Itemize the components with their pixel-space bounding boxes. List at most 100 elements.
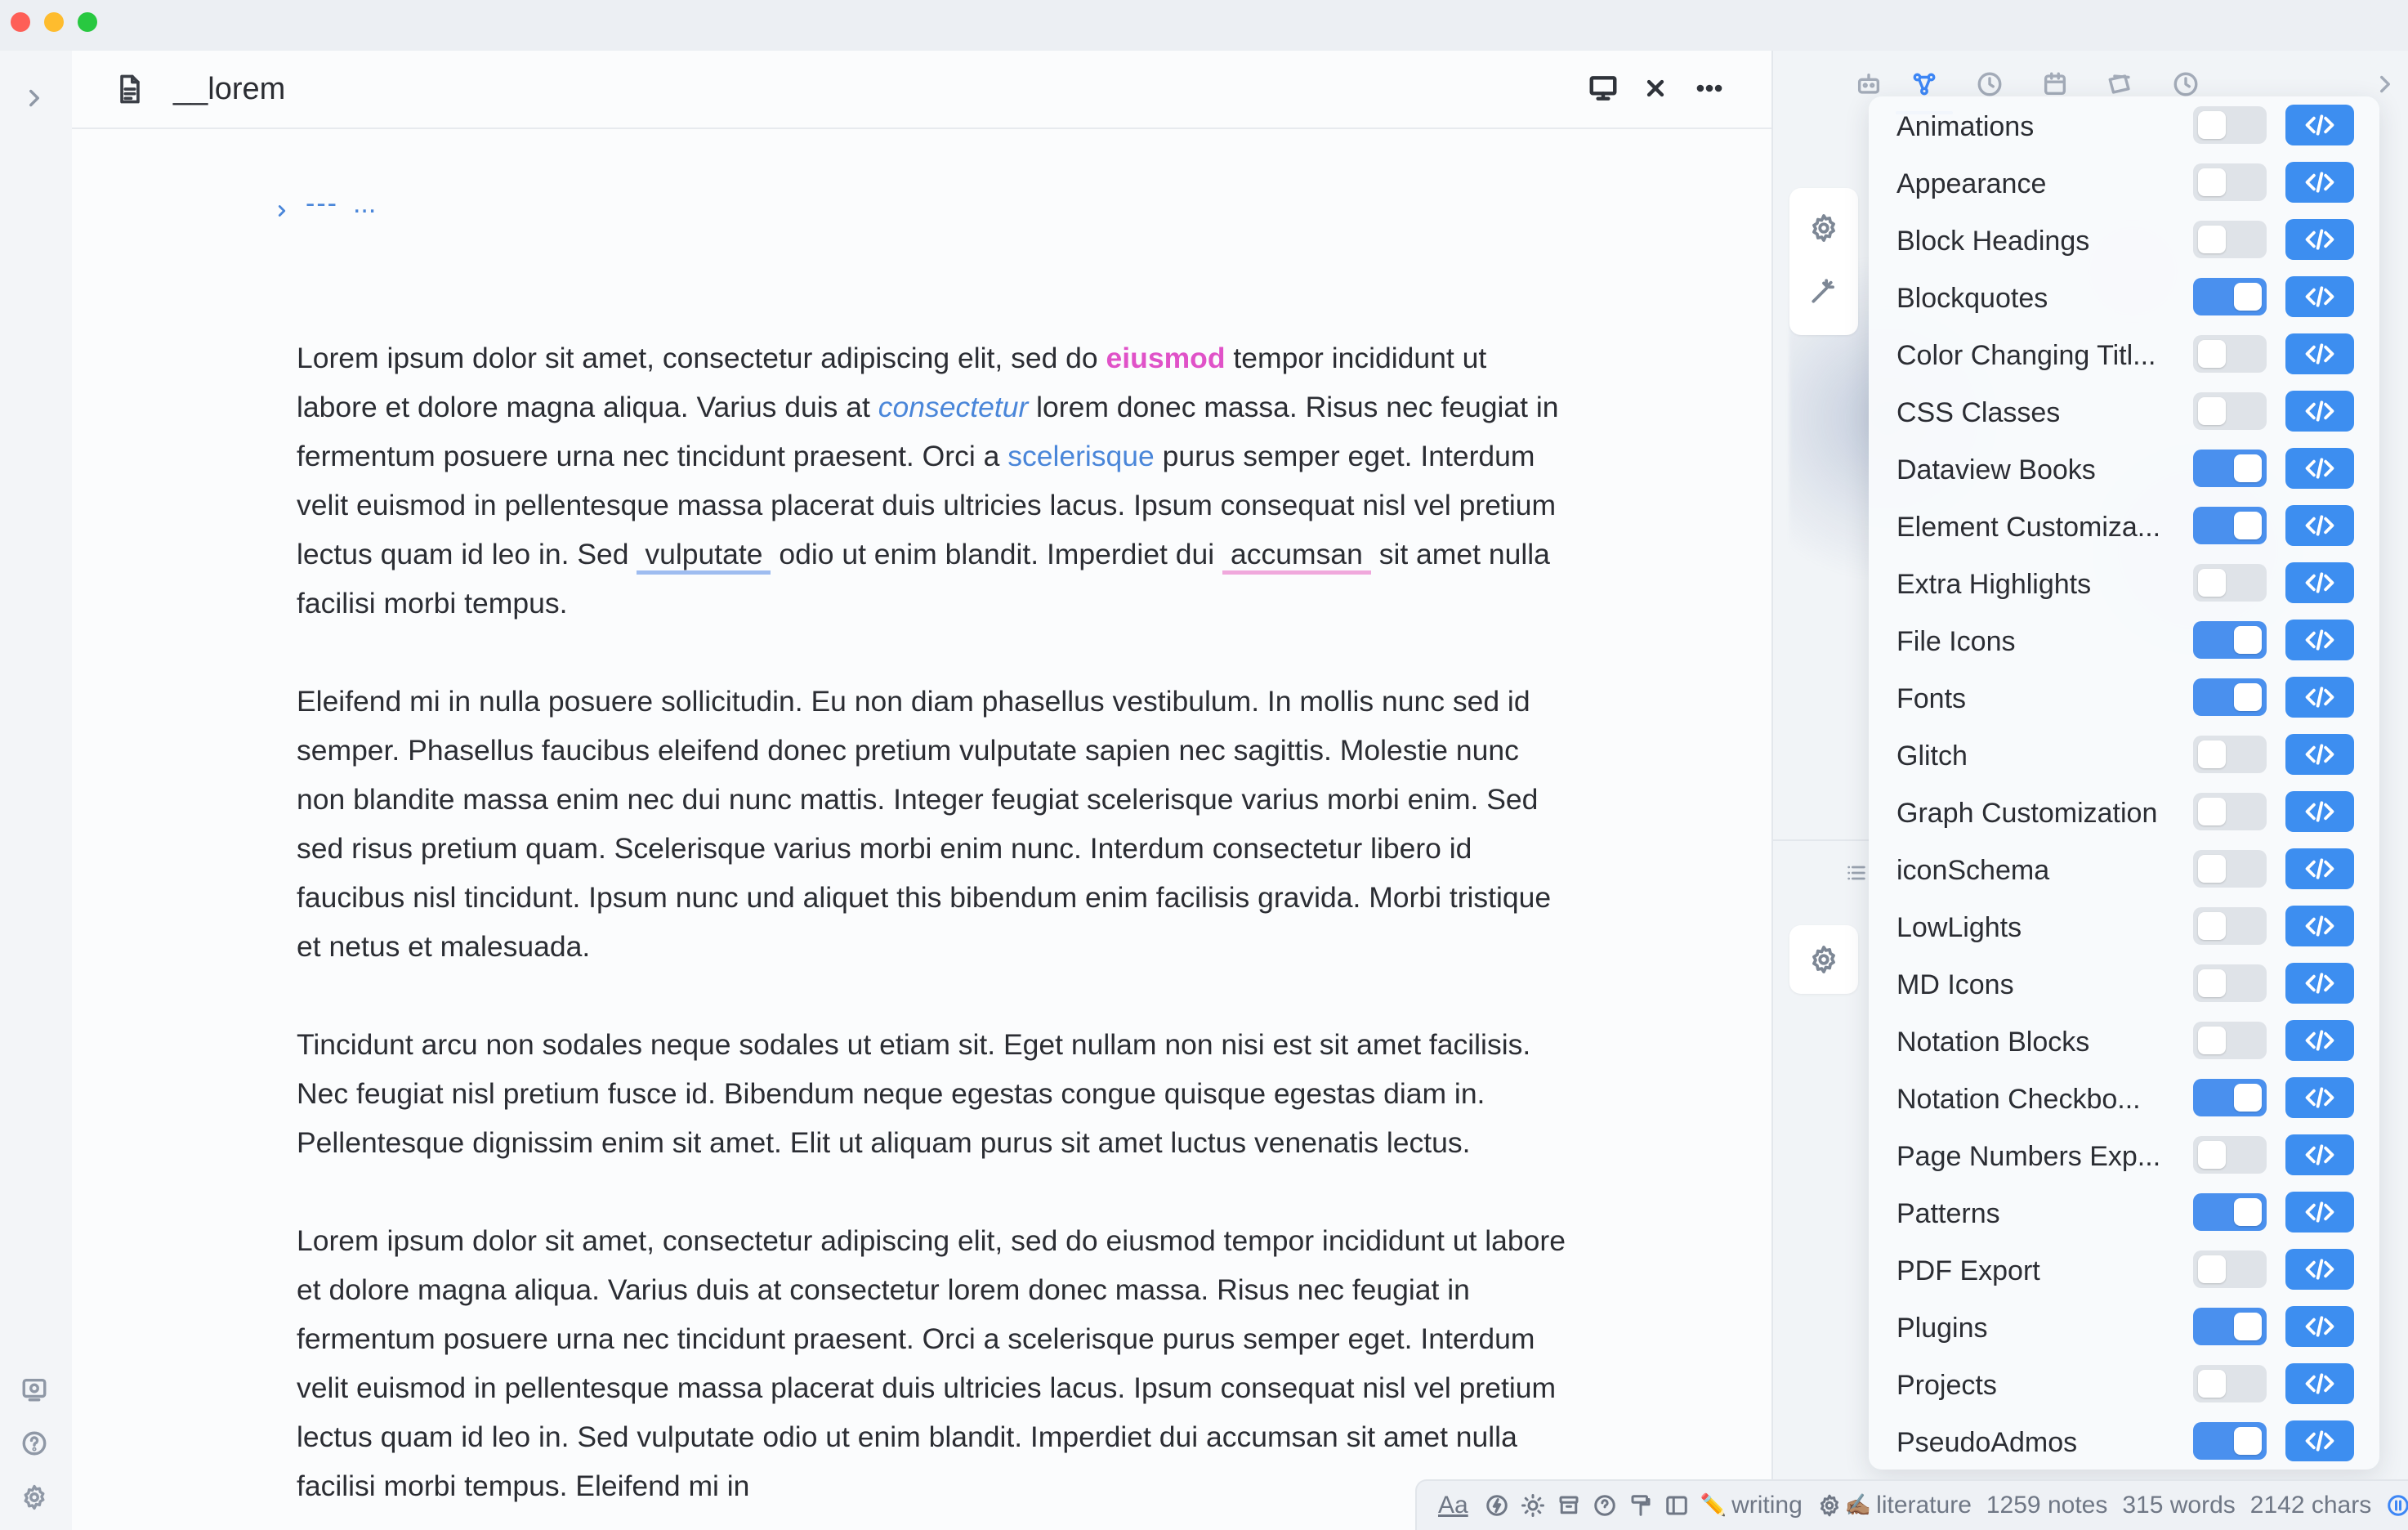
- open-snippet-code-button[interactable]: [2285, 1306, 2354, 1347]
- gear-icon[interactable]: [1817, 1492, 1842, 1519]
- outline-icon[interactable]: [1845, 861, 1870, 886]
- snippet-toggle[interactable]: [2193, 1193, 2267, 1231]
- snippet-toggle[interactable]: [2193, 1308, 2267, 1345]
- open-snippet-code-button[interactable]: [2285, 219, 2354, 260]
- open-snippet-code-button[interactable]: [2285, 906, 2354, 946]
- paint-roller-icon[interactable]: [1628, 1492, 1653, 1519]
- snippet-toggle[interactable]: [2193, 450, 2267, 487]
- open-snippet-code-button[interactable]: [2285, 333, 2354, 374]
- snippet-toggle[interactable]: [2193, 335, 2267, 373]
- open-snippet-code-button[interactable]: [2285, 505, 2354, 546]
- collapse-right-sidebar-button[interactable]: [2368, 67, 2402, 101]
- open-snippet-code-button[interactable]: [2285, 734, 2354, 775]
- open-snippet-code-button[interactable]: [2285, 963, 2354, 1004]
- toggle-knob: [2234, 683, 2262, 711]
- open-snippet-code-button[interactable]: [2285, 791, 2354, 832]
- archive-icon[interactable]: [1557, 1492, 1581, 1519]
- maximize-window-button[interactable]: [78, 12, 97, 32]
- monitor-icon: [1589, 76, 1617, 101]
- font-size-button[interactable]: Aa: [1438, 1492, 1468, 1519]
- snippet-toggle[interactable]: [2193, 564, 2267, 602]
- snippet-toggle[interactable]: [2193, 793, 2267, 830]
- snippet-toggle[interactable]: [2193, 1136, 2267, 1174]
- code-icon: [2305, 1430, 2334, 1452]
- code-icon: [2305, 172, 2334, 193]
- snippet-toggle[interactable]: [2193, 1079, 2267, 1116]
- snippet-toggle[interactable]: [2193, 507, 2267, 544]
- snippet-row: MD Icons: [1869, 956, 2379, 1013]
- bold-highlight: eiusmod: [1106, 342, 1226, 374]
- graph-settings-button[interactable]: [1808, 212, 1839, 248]
- snippet-row: Page Numbers Exp...: [1869, 1128, 2379, 1185]
- workspace-mode-writing[interactable]: writing: [1731, 1492, 1803, 1519]
- open-snippet-code-button[interactable]: [2285, 1134, 2354, 1175]
- snippet-toggle[interactable]: [2193, 1250, 2267, 1288]
- help-button[interactable]: [18, 1427, 51, 1460]
- open-snippet-code-button[interactable]: [2285, 1249, 2354, 1290]
- open-snippet-code-button[interactable]: [2285, 1020, 2354, 1061]
- open-snippet-code-button[interactable]: [2285, 448, 2354, 489]
- note-body[interactable]: Lorem ipsum dolor sit amet, consectetur …: [297, 333, 1571, 1530]
- close-tab-button[interactable]: [1637, 70, 1673, 106]
- local-graph-settings-button[interactable]: [1789, 925, 1858, 994]
- code-icon: [2305, 1030, 2334, 1051]
- layout-sidebar-icon[interactable]: [1664, 1492, 1689, 1519]
- cards-icon: [2108, 74, 2130, 94]
- toggle-knob: [2234, 1084, 2262, 1112]
- open-snippet-code-button[interactable]: [2285, 562, 2354, 603]
- snippet-label: Element Customiza...: [1896, 512, 2161, 543]
- settings-button[interactable]: [18, 1481, 51, 1514]
- expand-sidebar-button[interactable]: [18, 82, 51, 114]
- snippet-row: PDF Export: [1869, 1242, 2379, 1300]
- open-snippet-code-button[interactable]: [2285, 1077, 2354, 1118]
- lightning-icon[interactable]: [1485, 1492, 1509, 1519]
- snippet-toggle[interactable]: [2193, 907, 2267, 945]
- workspace-mode-literature[interactable]: literature: [1876, 1492, 1972, 1519]
- open-snippet-code-button[interactable]: [2285, 620, 2354, 660]
- sync-status-icon[interactable]: [2386, 1492, 2408, 1519]
- code-icon: [2305, 1373, 2334, 1394]
- snippet-toggle[interactable]: [2193, 278, 2267, 315]
- reading-view-button[interactable]: [1585, 70, 1621, 106]
- snippet-toggle[interactable]: [2193, 964, 2267, 1002]
- open-snippet-code-button[interactable]: [2285, 162, 2354, 203]
- help-icon[interactable]: [1593, 1492, 1617, 1519]
- frontmatter-collapsed[interactable]: --- ...: [273, 188, 376, 220]
- open-snippet-code-button[interactable]: [2285, 1420, 2354, 1461]
- snippet-label: Appearance: [1896, 168, 2047, 199]
- snippet-row: Dataview Books: [1869, 441, 2379, 499]
- snippet-toggle[interactable]: [2193, 621, 2267, 659]
- underline-highlight-blue: vulputate: [637, 538, 771, 575]
- graph-animate-button[interactable]: [1808, 275, 1839, 311]
- left-ribbon: [0, 51, 72, 1530]
- snippet-label: Dataview Books: [1896, 454, 2096, 485]
- gear-icon: [1812, 214, 1835, 242]
- snippet-toggle[interactable]: [2193, 106, 2267, 144]
- sun-icon[interactable]: [1521, 1492, 1545, 1519]
- snippet-label: LowLights: [1896, 912, 2022, 943]
- minimize-window-button[interactable]: [44, 12, 64, 32]
- snippet-toggle[interactable]: [2193, 1022, 2267, 1059]
- snippet-toggle[interactable]: [2193, 850, 2267, 888]
- open-snippet-code-button[interactable]: [2285, 391, 2354, 432]
- code-icon: [2305, 343, 2334, 365]
- open-snippet-code-button[interactable]: [2285, 848, 2354, 889]
- open-snippet-code-button[interactable]: [2285, 276, 2354, 317]
- open-snippet-code-button[interactable]: [2285, 1192, 2354, 1232]
- snippet-toggle[interactable]: [2193, 678, 2267, 716]
- snippet-toggle[interactable]: [2193, 1365, 2267, 1402]
- snippet-toggle[interactable]: [2193, 392, 2267, 430]
- internal-link[interactable]: scelerisque: [1007, 440, 1155, 472]
- note-title[interactable]: __lorem: [173, 72, 285, 107]
- open-snippet-code-button[interactable]: [2285, 1363, 2354, 1404]
- more-options-button[interactable]: [1691, 70, 1727, 106]
- vault-switcher-button[interactable]: [18, 1373, 51, 1406]
- snippet-toggle[interactable]: [2193, 736, 2267, 773]
- snippet-toggle[interactable]: [2193, 163, 2267, 201]
- open-snippet-code-button[interactable]: [2285, 677, 2354, 718]
- snippet-toggle[interactable]: [2193, 1422, 2267, 1460]
- snippet-toggle[interactable]: [2193, 221, 2267, 258]
- open-snippet-code-button[interactable]: [2285, 105, 2354, 145]
- frontmatter-dashes: ---: [306, 188, 338, 219]
- close-window-button[interactable]: [11, 12, 30, 32]
